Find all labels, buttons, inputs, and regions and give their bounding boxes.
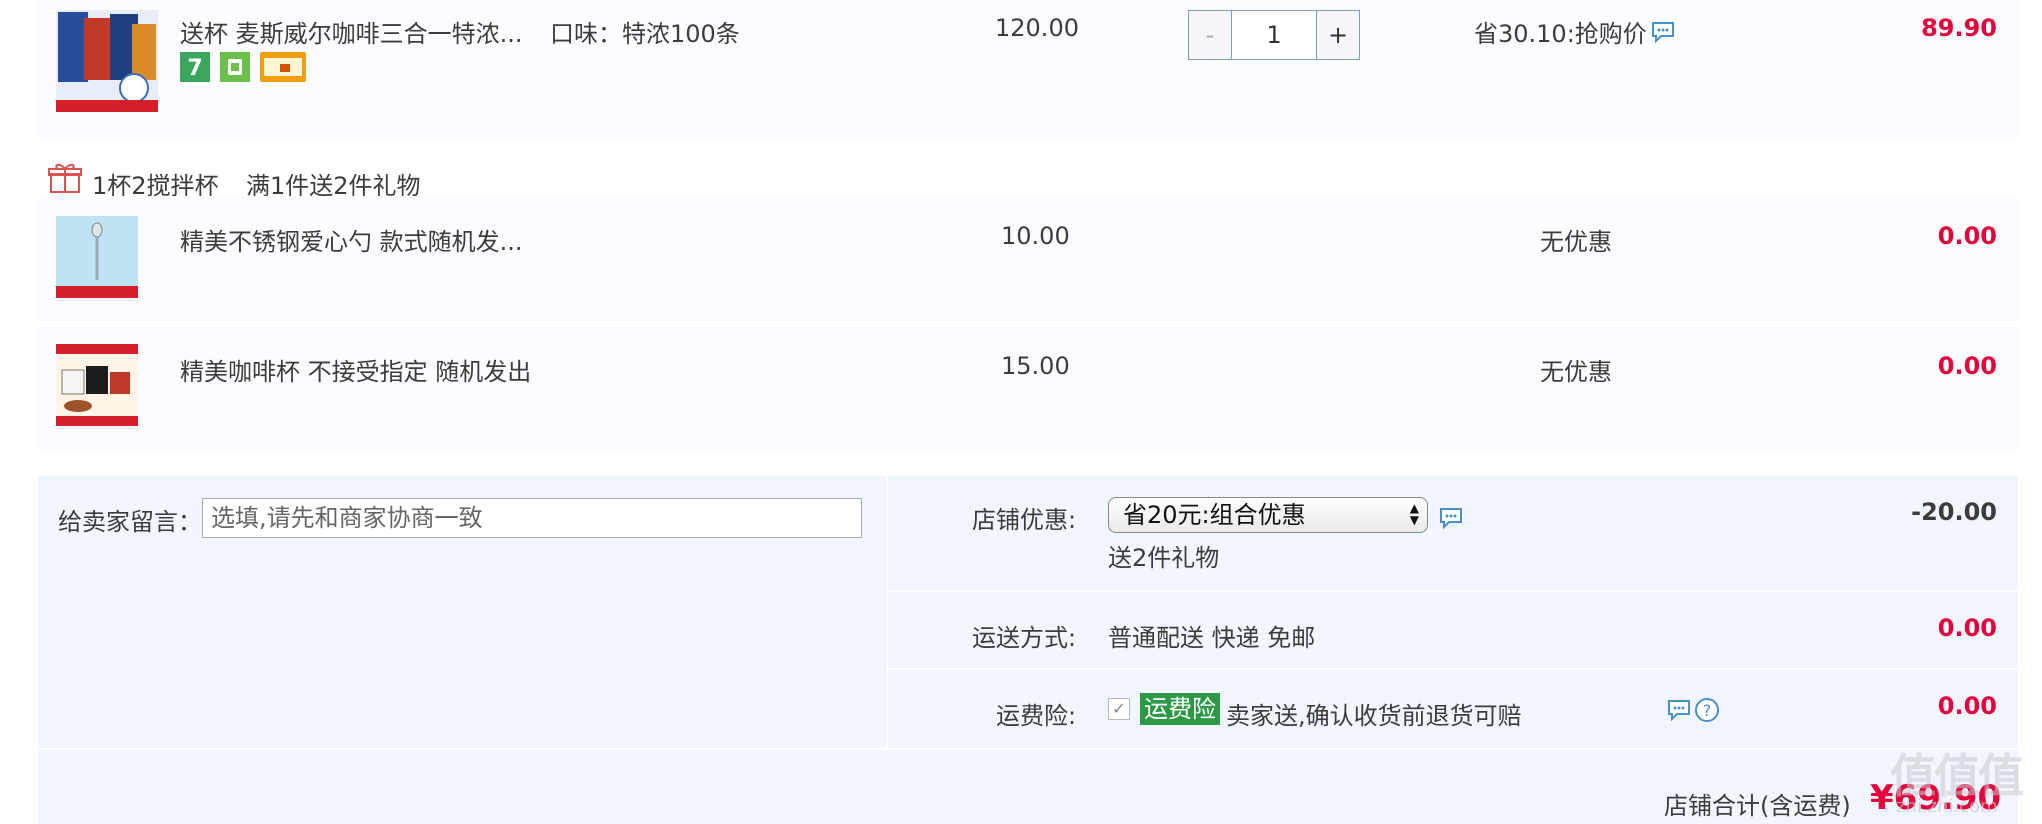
item-2-discount: 无优惠 <box>1540 228 1612 256</box>
chat-icon[interactable] <box>1650 20 1676 44</box>
shop-total-label: 店铺合计(含运费) <box>1664 792 1851 820</box>
insurance-checkbox[interactable]: ✓ <box>1108 698 1130 720</box>
product-thumbnail-coffee[interactable] <box>56 10 158 112</box>
insurance-description: 卖家送,确认收货前退货可赔 <box>1226 702 1522 730</box>
help-icon[interactable]: ? <box>1694 697 1720 729</box>
item-row-2 <box>38 196 2018 322</box>
insurance-tag: 运费险 <box>1140 693 1220 725</box>
shipping-amount: 0.00 <box>1937 614 1997 642</box>
item-2-name[interactable]: 精美不锈钢爱心勺 款式随机发... <box>180 222 523 257</box>
quantity-increase-button[interactable]: + <box>1316 11 1359 59</box>
item-3-name[interactable]: 精美咖啡杯 不接受指定 随机发出 <box>180 352 531 387</box>
row-divider <box>38 748 2018 750</box>
shipping-method: 普通配送 快递 免邮 <box>1108 624 1316 652</box>
shop-discount-note: 送2件礼物 <box>1108 544 1220 572</box>
item-1-name[interactable]: 送杯 麦斯威尔咖啡三合一特浓... <box>180 14 523 49</box>
quantity-input[interactable]: 1 <box>1232 11 1316 59</box>
item-1-price: 120.00 <box>995 14 1079 42</box>
chat-icon[interactable] <box>1438 506 1464 530</box>
item-3-price: 15.00 <box>1001 352 1070 380</box>
svg-text:7: 7 <box>187 56 202 81</box>
guarantee-icon <box>220 52 250 82</box>
item-1-subtotal: 89.90 <box>1921 14 1997 42</box>
item-1-discount: 省30.10:抢购价 <box>1474 20 1647 48</box>
product-thumbnail-spoon[interactable] <box>56 216 138 298</box>
gift-icon <box>48 162 82 200</box>
item-1-flavor: 口味：特浓100条 <box>550 20 740 48</box>
svg-text:?: ? <box>1703 701 1712 720</box>
shipping-label: 运送方式: <box>972 624 1077 652</box>
item-1-quantity-stepper: - 1 + <box>1188 10 1360 60</box>
insurance-label: 运费险: <box>996 702 1077 730</box>
item-2-subtotal: 0.00 <box>1937 222 1997 250</box>
row-divider <box>888 668 2018 670</box>
quantity-decrease-button[interactable]: - <box>1189 11 1232 59</box>
shop-discount-amount: -20.00 <box>1911 498 1997 526</box>
panel-divider <box>886 476 888 748</box>
item-3-discount: 无优惠 <box>1540 358 1612 386</box>
item-row-3 <box>38 326 2018 452</box>
shop-discount-selected: 省20元:组合优惠 <box>1123 501 1306 529</box>
seller-message-label: 给卖家留言： <box>58 508 202 536</box>
item-3-subtotal: 0.00 <box>1937 352 1997 380</box>
shop-discount-label: 店铺优惠: <box>972 506 1077 534</box>
product-thumbnail-cup[interactable] <box>56 344 138 426</box>
seller-message-input[interactable]: 选填,请先和商家协商一致 <box>202 498 862 538</box>
shop-discount-select[interactable]: 省20元:组合优惠 ▲ ▼ <box>1108 497 1428 533</box>
seven-day-return-icon: 7 <box>180 52 210 82</box>
row-divider <box>888 590 2018 592</box>
chat-icon[interactable] <box>1666 698 1692 722</box>
watermark-url: zhi.zhi.com <box>1896 796 1998 817</box>
insurance-amount: 0.00 <box>1937 692 1997 720</box>
credit-card-icon <box>260 52 306 82</box>
select-arrows-icon: ▲ ▼ <box>1409 501 1419 527</box>
item-2-price: 10.00 <box>1001 222 1070 250</box>
